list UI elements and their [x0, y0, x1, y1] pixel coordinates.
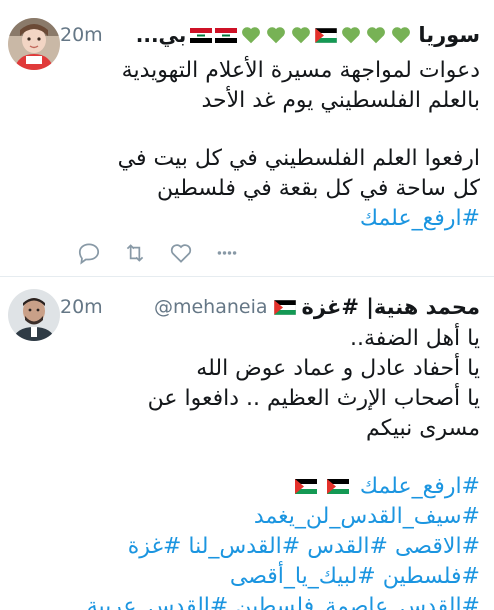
palestine-flag-icon	[315, 27, 338, 43]
name-emoji-group	[190, 24, 412, 46]
tweet-action-bar	[76, 240, 260, 266]
tweet-text-line: دعوات لمواجهة مسيرة الأعلام التهويدية	[121, 58, 480, 83]
palestine-flag-icon	[273, 299, 296, 315]
iraq-flag-icon	[190, 27, 213, 43]
hashtag-link[interactable]: #فلسطين #لبيك_يا_أقصى	[14, 562, 480, 592]
timestamp[interactable]: 20m	[60, 296, 107, 318]
hashtag-link[interactable]: #ارفع_علمك	[14, 204, 480, 234]
more-icon[interactable]	[214, 240, 240, 266]
display-name[interactable]: محمد هنية| #غزة	[302, 295, 480, 319]
tweet-text-line: بالعلم الفلسطيني يوم غد الأحد	[201, 88, 480, 113]
tweet-text: يا أهل الضفة.. يا أحفاد عادل و عماد عوض …	[14, 324, 480, 610]
tweet[interactable]: سوريا بي... 20m دعوات لمواجهة مسيرة الأع…	[0, 0, 494, 277]
display-name[interactable]: سوريا	[418, 23, 480, 47]
like-icon[interactable]	[168, 240, 194, 266]
name-emoji-group	[273, 299, 296, 315]
hashtag-link[interactable]: #الاقصى #القدس #القدس_لنا #غزة	[14, 532, 480, 562]
tweet-text-line: يا أحفاد عادل و عماد عوض الله	[196, 356, 480, 381]
tweet-text-line: يا أصحاب الإرث العظيم .. دافعوا عن	[147, 386, 480, 411]
green-heart-icon	[292, 27, 311, 44]
timeline-feed: سوريا بي... 20m دعوات لمواجهة مسيرة الأع…	[0, 0, 494, 610]
green-heart-icon	[242, 27, 261, 44]
green-heart-icon	[342, 27, 361, 44]
hashtag-link[interactable]: #سيف_القدس_لن_يغمد	[14, 502, 480, 532]
tweet-text-line: كل ساحة في كل بقعة في فلسطين	[157, 176, 480, 201]
tweet-text-line: يا أهل الضفة..	[350, 326, 480, 351]
hashtag-link[interactable]: #القدس_عاصمة_فلسطين #القدس_عربية	[14, 592, 480, 610]
hashtag-link[interactable]: #ارفع_علمك	[360, 474, 480, 499]
iraq-flag-icon	[215, 27, 238, 43]
user-handle[interactable]: @mehaneia	[154, 296, 268, 318]
green-heart-icon	[392, 27, 411, 44]
tweet[interactable]: محمد هنية| #غزة @mehaneia 20m يا أهل الض…	[0, 277, 494, 610]
tweet-text-line: مسرى نبيكم	[366, 416, 480, 441]
tweet-text-line: ارفعوا العلم الفلسطيني في كل بيت في	[117, 146, 480, 171]
tweet-text: دعوات لمواجهة مسيرة الأعلام التهويدية با…	[14, 56, 480, 234]
palestine-flag-icon	[326, 479, 349, 494]
timestamp[interactable]: 20m	[60, 24, 107, 46]
display-name-overflow: بي...	[135, 23, 187, 47]
green-heart-icon	[267, 27, 286, 44]
tweet-header: سوريا بي... 20m	[60, 20, 480, 50]
green-heart-icon	[367, 27, 386, 44]
reply-icon[interactable]	[76, 240, 102, 266]
retweet-icon[interactable]	[122, 240, 148, 266]
tweet-header: محمد هنية| #غزة @mehaneia 20m	[60, 292, 480, 322]
palestine-flag-icon	[294, 479, 317, 494]
hashtag-line: #ارفع_علمك	[14, 472, 480, 502]
